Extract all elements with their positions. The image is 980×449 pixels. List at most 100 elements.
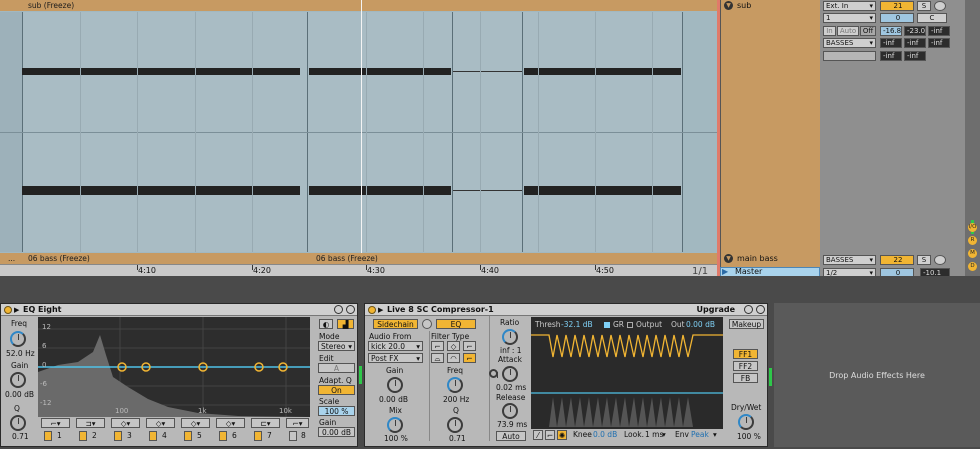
filter-type-shelf[interactable]: ⌐ — [463, 353, 476, 363]
makeup-toggle[interactable]: Makeup — [729, 319, 764, 329]
q-knob[interactable] — [447, 417, 463, 433]
out-value[interactable]: 0.00 dB — [686, 320, 715, 329]
band-on-8[interactable] — [289, 431, 297, 441]
save-preset-icon[interactable] — [346, 305, 355, 314]
eq-spectrum-display[interactable]: 12 6 0 -6 -12 100 1k 10k — [38, 317, 310, 417]
expand-icon[interactable]: ▶ — [14, 304, 19, 316]
main-bass-number-button[interactable]: 22 — [880, 255, 914, 265]
send-d-field[interactable]: -inf — [928, 38, 950, 48]
edit-select[interactable]: A — [318, 363, 355, 373]
band-filter-type-1[interactable]: ⌐▾ — [41, 418, 70, 428]
filter-type-highpass[interactable]: ⌐ — [463, 341, 476, 351]
eq-curve-svg[interactable] — [38, 317, 310, 417]
sidechain-toggle[interactable]: Sidechain — [373, 319, 418, 329]
save-preset-icon[interactable] — [756, 305, 765, 314]
band-on-2[interactable] — [79, 431, 87, 441]
eq-eight-device[interactable]: ▶ EQ Eight Freq 52.0 Hz Gain 0.00 dB Q 0… — [0, 303, 358, 447]
send-a-field[interactable]: -inf — [928, 26, 950, 36]
drop-zone[interactable]: Drop Audio Effects Here — [774, 303, 980, 447]
gain-knob[interactable] — [10, 372, 26, 388]
band-on-3[interactable] — [114, 431, 122, 441]
playhead[interactable] — [361, 0, 362, 264]
fold-icon[interactable]: ▼ — [724, 1, 733, 10]
track-header-panel[interactable]: ▼ sub ▼ main bass — [720, 0, 820, 276]
release-knob[interactable] — [502, 403, 518, 419]
knee-value[interactable]: 0.0 dB — [593, 430, 617, 439]
output-channel-select[interactable] — [823, 51, 876, 61]
send-c-field[interactable]: -inf — [904, 38, 926, 48]
q-knob[interactable] — [10, 415, 26, 431]
scale-field[interactable]: 100 % — [318, 406, 355, 416]
pan-field[interactable]: C — [917, 13, 947, 23]
compressor-display[interactable]: Thresh -32.1 dB GR Output Out 0.00 dB ⁄ … — [531, 317, 723, 441]
hot-swap-icon[interactable] — [744, 305, 753, 314]
attack-knob[interactable] — [502, 366, 518, 382]
filter-type-lowpass[interactable]: ⌐ — [431, 341, 444, 351]
send-f-field[interactable]: -inf — [904, 51, 926, 61]
freq-knob[interactable] — [447, 377, 463, 393]
lookahead-value[interactable]: 1 ms — [645, 430, 663, 439]
fb-button[interactable]: FB — [733, 373, 758, 383]
mix-knob[interactable] — [387, 417, 403, 433]
band-on-6[interactable] — [219, 431, 227, 441]
ff1-button[interactable]: FF1 — [733, 349, 758, 359]
sidechain-listen-button[interactable] — [422, 319, 432, 329]
track-number-button[interactable]: 21 — [880, 1, 914, 11]
return-toggle-button[interactable]: R — [968, 236, 977, 245]
spectrum-toggle-button[interactable]: ▟ — [337, 319, 354, 329]
activity-view-button[interactable]: ✺ — [557, 430, 567, 440]
gr-checkbox[interactable] — [604, 322, 610, 328]
device-on-button[interactable] — [4, 306, 12, 314]
band-filter-type-6[interactable]: ◇▾ — [216, 418, 245, 428]
thresh-value[interactable]: -32.1 dB — [561, 320, 593, 329]
sc-compressor-device[interactable]: ▶ Live 8 SC Compressor-1 Upgrade Sidecha… — [364, 303, 768, 447]
output-checkbox[interactable] — [627, 322, 633, 328]
input-type-select[interactable]: Ext. In ▾ — [823, 1, 876, 11]
band-filter-type-8[interactable]: ⌐▾ — [286, 418, 309, 428]
band-filter-type-7[interactable]: ⊏▾ — [251, 418, 280, 428]
band-on-7[interactable] — [254, 431, 262, 441]
upgrade-button[interactable]: Upgrade — [697, 304, 735, 316]
expand-icon[interactable]: ▶ — [378, 304, 383, 316]
monitor-in-button[interactable]: In — [823, 26, 836, 36]
send-e-field[interactable]: -inf — [880, 51, 902, 61]
monitor-auto-button[interactable]: Auto — [837, 26, 859, 36]
send-b-field[interactable]: -inf — [880, 38, 902, 48]
band-on-1[interactable] — [44, 431, 52, 441]
input-channel-select[interactable]: 1 ▾ — [823, 13, 876, 23]
hot-swap-icon[interactable] — [334, 305, 343, 314]
clip-area[interactable] — [0, 12, 720, 252]
ff2-button[interactable]: FF2 — [733, 361, 758, 371]
clip-header-sub[interactable]: sub (Freeze) — [0, 0, 717, 11]
main-bass-arm-button[interactable] — [934, 255, 946, 265]
ratio-knob[interactable] — [502, 329, 518, 345]
mixer-toggle-button[interactable]: M — [968, 249, 977, 258]
band-filter-type-3[interactable]: ◇▾ — [111, 418, 140, 428]
track-header-main-bass[interactable]: ▼ main bass — [721, 253, 821, 265]
gain-knob[interactable] — [387, 377, 403, 393]
dry-wet-knob[interactable] — [738, 414, 754, 430]
band-on-4[interactable] — [149, 431, 157, 441]
post-fx-select[interactable]: Post FX ▾ — [368, 353, 423, 363]
io-toggle-button[interactable]: I/O — [968, 223, 977, 232]
arrangement-view[interactable]: sub (Freeze) ... 06 bass (Freeze) 06 bas… — [0, 0, 720, 277]
eq-toggle[interactable]: EQ — [436, 319, 476, 329]
output-select[interactable]: BASSES ▾ — [823, 38, 876, 48]
band-filter-type-5[interactable]: ◇▾ — [181, 418, 210, 428]
delay-toggle-button[interactable]: D — [968, 262, 977, 271]
solo-button[interactable]: S — [917, 1, 931, 11]
out-gain-field[interactable]: 0.00 dB — [318, 427, 355, 437]
monitor-off-button[interactable]: Off — [860, 26, 876, 36]
band-filter-type-4[interactable]: ◇▾ — [146, 418, 175, 428]
linear-mode-button[interactable]: ⁄ — [533, 430, 543, 440]
volume-field[interactable]: 0 — [880, 13, 914, 23]
adapt-q-toggle[interactable]: On — [318, 385, 355, 395]
mode-select[interactable]: Stereo ▾ — [318, 341, 355, 351]
freq-knob[interactable] — [10, 331, 26, 347]
device-title-bar[interactable]: ▶ Live 8 SC Compressor-1 Upgrade — [365, 304, 767, 316]
band-on-5[interactable] — [184, 431, 192, 441]
band-filter-type-2[interactable]: ⊐▾ — [76, 418, 105, 428]
main-bass-output-select[interactable]: BASSES ▾ — [823, 255, 876, 265]
audio-from-select[interactable]: kick 20.0 ▾ — [368, 341, 423, 351]
fold-icon[interactable]: ▼ — [724, 254, 733, 263]
